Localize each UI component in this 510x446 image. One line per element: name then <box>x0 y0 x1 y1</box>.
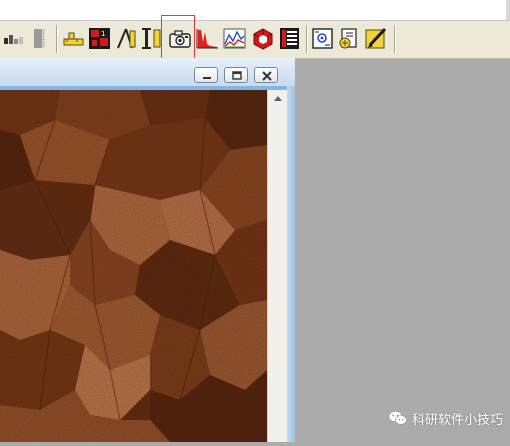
segmentation-icon[interactable]: 1 <box>87 26 113 52</box>
vertical-scrollbar[interactable] <box>267 90 287 442</box>
caliper-icon[interactable] <box>113 26 139 52</box>
menu-bar-edge <box>506 0 510 20</box>
toolbar-separator <box>306 25 307 53</box>
plugin-icon[interactable] <box>336 26 362 52</box>
3d-surface-icon[interactable] <box>250 26 276 52</box>
toolbar-separator <box>394 25 395 53</box>
close-icon <box>262 71 272 81</box>
macro-icon[interactable] <box>310 26 336 52</box>
main-toolbar: 1 <box>0 21 510 59</box>
minimize-button[interactable] <box>194 67 218 83</box>
app-screen: { "toolbar": { "buttons": [ {"icon": "hi… <box>0 0 510 442</box>
menu-bar-strip <box>0 0 510 21</box>
scroll-gauge-icon[interactable] <box>28 26 54 52</box>
line-profile-icon[interactable] <box>222 26 248 52</box>
grain-structure-image <box>0 90 267 442</box>
watermark-text: 科研软件小技巧 <box>412 412 504 428</box>
child-window-frame-right <box>287 86 295 442</box>
measure-lengths-icon[interactable] <box>61 26 87 52</box>
restore-button[interactable] <box>224 67 248 83</box>
highlight-box <box>161 15 195 59</box>
restore-icon <box>232 71 242 80</box>
close-button[interactable] <box>254 67 278 83</box>
watermark: 科研软件小技巧 <box>388 408 503 428</box>
histogram-icon[interactable] <box>195 26 221 52</box>
micrograph-image[interactable] <box>0 90 267 442</box>
histogram-mode-icon[interactable] <box>2 26 28 52</box>
image-child-window <box>0 58 295 442</box>
toolbar-separator <box>56 25 57 53</box>
child-window-titlebar[interactable] <box>0 58 295 86</box>
scroll-up-arrow-icon[interactable] <box>272 94 284 104</box>
minimize-icon <box>203 77 211 79</box>
macro-edit-icon[interactable] <box>363 26 389 52</box>
data-table-icon[interactable] <box>277 26 303 52</box>
svg-text:1: 1 <box>101 30 105 38</box>
wechat-icon <box>388 411 407 425</box>
